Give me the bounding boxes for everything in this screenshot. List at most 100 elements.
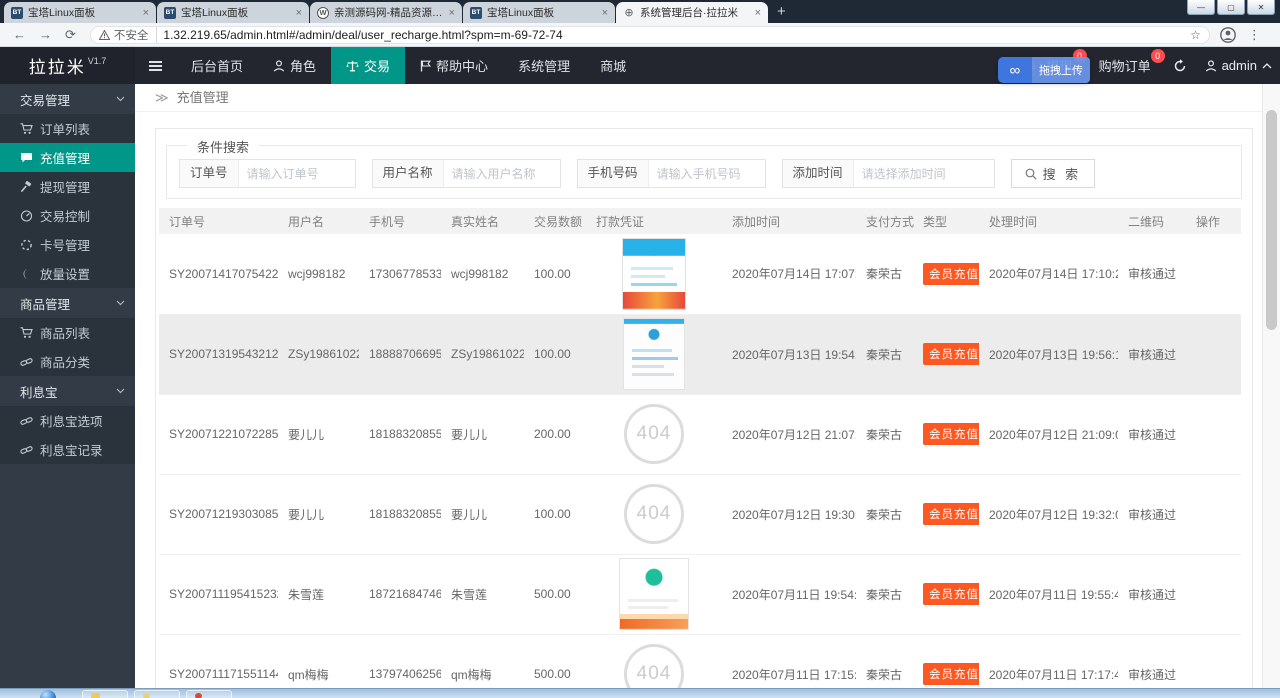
browser-tab-1[interactable]: BT 宝塔Linux面板 ×: [4, 2, 156, 23]
taskbar-button[interactable]: [186, 690, 232, 698]
new-tab-button[interactable]: +: [777, 3, 786, 20]
col-qrcode: 二维码: [1118, 208, 1186, 234]
chevron-up-icon: [1262, 62, 1272, 68]
nav-help-center[interactable]: 帮助中心: [405, 47, 503, 84]
sidebar-item-withdraw[interactable]: 提现管理: [0, 172, 135, 201]
payment-voucher-image[interactable]: 404: [624, 644, 684, 688]
browser-tab-2[interactable]: BT 宝塔Linux面板 ×: [157, 2, 309, 23]
taskbar-button[interactable]: [82, 690, 128, 698]
search-row: 订单号 用户名称 手机号码 添加时间: [167, 146, 1241, 188]
browser-tab-4[interactable]: BT 宝塔Linux面板 ×: [463, 2, 615, 23]
app-version: V1.7: [87, 55, 107, 66]
order-no-field: 订单号: [179, 159, 356, 188]
app-name: 拉拉米: [28, 58, 86, 77]
window-maximize-button[interactable]: ▢: [1217, 0, 1245, 15]
search-button[interactable]: 搜 索: [1010, 159, 1096, 188]
table-row[interactable]: SY2007131954321281 ZSy19861022 188887066…: [159, 314, 1241, 395]
notif-shop-orders[interactable]: 购物订单 0: [1095, 49, 1165, 75]
page-scrollbar[interactable]: [1262, 84, 1280, 688]
taskbar-button[interactable]: [134, 690, 180, 698]
collapse-menu-icon[interactable]: [135, 47, 176, 84]
sidebar-item-deal-control[interactable]: 交易控制: [0, 201, 135, 230]
window-minimize-button[interactable]: —: [1187, 0, 1215, 15]
nav-deal-active[interactable]: 交易: [331, 47, 406, 84]
table-row[interactable]: SY2007122107228592 要儿儿 18188320855 要儿儿 2…: [159, 394, 1241, 475]
cell-username: 朱雪莲: [278, 554, 359, 635]
table-row[interactable]: SY2007111715511440 qm梅梅 13797406256 qm梅梅…: [159, 634, 1241, 688]
tab-close-icon[interactable]: ×: [449, 7, 455, 19]
sidebar-group-deal[interactable]: 交易管理: [0, 84, 135, 114]
netdisk-upload-widget[interactable]: ∞ 拖拽上传: [998, 57, 1090, 83]
windows-taskbar[interactable]: [0, 688, 1280, 698]
chevron-down-icon: [116, 388, 125, 394]
cell-phone: 17306778533: [359, 234, 441, 315]
reload-button[interactable]: ⟳: [65, 27, 76, 43]
browser-tab-active[interactable]: ⊕ 系统管理后台·拉拉米 ×: [616, 2, 768, 23]
sidebar-item-goods-category[interactable]: 商品分类: [0, 347, 135, 376]
address-bar[interactable]: 不安全 1.32.219.65/admin.html#/admin/deal/u…: [89, 25, 1210, 44]
browser-menu-icon[interactable]: ⋮: [1248, 27, 1261, 43]
upload-widget-label: 拖拽上传: [1032, 57, 1090, 83]
payment-voucher-image[interactable]: [623, 318, 685, 390]
bookmark-star-icon[interactable]: ☆: [1190, 28, 1201, 42]
phone-input[interactable]: [648, 160, 765, 187]
cell-phone: 18188320855: [359, 394, 441, 475]
toolbar-right: ⋮: [1220, 27, 1261, 43]
payment-voucher-image[interactable]: 404: [624, 404, 684, 464]
nav-home[interactable]: 后台首页: [176, 47, 258, 84]
admin-menu[interactable]: admin: [1205, 58, 1272, 73]
item-label: 交易控制: [40, 210, 91, 224]
cell-operation: [1186, 554, 1241, 635]
sidebar-item-lixibao-records[interactable]: 利息宝记录: [0, 435, 135, 464]
tab-close-icon[interactable]: ×: [755, 7, 761, 19]
tab-title: 亲测源码网-精品资源站长亲测: [334, 7, 444, 19]
order-no-input[interactable]: [238, 160, 355, 187]
table-row[interactable]: SY2007111954152328 朱雪莲 18721684746 朱雪莲 5…: [159, 554, 1241, 635]
col-operation: 操作: [1186, 208, 1241, 234]
add-time-input[interactable]: [853, 160, 994, 187]
browser-tab-3[interactable]: W 亲测源码网-精品资源站长亲测 ×: [310, 2, 462, 23]
scrollbar-thumb[interactable]: [1266, 110, 1277, 330]
cell-operation: [1186, 634, 1241, 688]
back-button[interactable]: ←: [13, 27, 26, 42]
table-row[interactable]: SY2007141707542217 wcj998182 17306778533…: [159, 234, 1241, 315]
page-title: 充值管理: [176, 90, 229, 105]
payment-voucher-image[interactable]: [622, 237, 686, 310]
tab-close-icon[interactable]: ×: [602, 7, 608, 19]
sidebar-group-goods[interactable]: 商品管理: [0, 288, 135, 318]
table-row[interactable]: SY2007121930308508 要儿儿 18188320855 要儿儿 1…: [159, 474, 1241, 555]
payment-voucher-image[interactable]: 404: [624, 484, 684, 544]
sidebar-item-goods-list[interactable]: 商品列表: [0, 318, 135, 347]
sidebar-group-lixibao[interactable]: 利息宝: [0, 376, 135, 406]
nav-mall[interactable]: 商城: [585, 47, 641, 84]
item-label: 卡号管理: [40, 239, 91, 253]
sidebar-item-recharge-active[interactable]: 充值管理: [0, 143, 135, 172]
cell-realname: 要儿儿: [441, 474, 524, 555]
cell-status: 审核通过: [1118, 634, 1186, 688]
sidebar-item-lixibao-options[interactable]: 利息宝选项: [0, 406, 135, 435]
baota-favicon-icon: BT: [164, 6, 176, 19]
cell-phone: 18721684746: [359, 554, 441, 635]
security-indicator[interactable]: 不安全: [98, 26, 158, 43]
start-button-icon[interactable]: [40, 690, 56, 698]
col-order-no: 订单号: [159, 208, 278, 234]
cell-amount: 100.00: [524, 314, 586, 395]
tab-close-icon[interactable]: ×: [296, 7, 302, 19]
profile-avatar-icon[interactable]: [1220, 26, 1236, 43]
cell-amount: 500.00: [524, 554, 586, 635]
link-icon: [20, 414, 33, 427]
window-close-button[interactable]: ✕: [1247, 0, 1275, 15]
nav-roles[interactable]: 角色: [258, 47, 331, 84]
username-field: 用户名称: [371, 159, 561, 188]
payment-voucher-image[interactable]: [619, 558, 689, 630]
tab-close-icon[interactable]: ×: [143, 7, 149, 19]
sidebar-item-volume-setting[interactable]: 放量设置: [0, 259, 135, 288]
username-input[interactable]: [443, 160, 560, 187]
sidebar-item-card-number[interactable]: 卡号管理: [0, 230, 135, 259]
nav-system-management[interactable]: 系统管理: [503, 47, 585, 84]
refresh-icon[interactable]: [1173, 58, 1187, 73]
sidebar-item-order-list[interactable]: 订单列表: [0, 114, 135, 143]
forward-button[interactable]: →: [39, 27, 52, 42]
cell-username: qm梅梅: [278, 634, 359, 688]
field-label: 用户名称: [372, 160, 444, 187]
